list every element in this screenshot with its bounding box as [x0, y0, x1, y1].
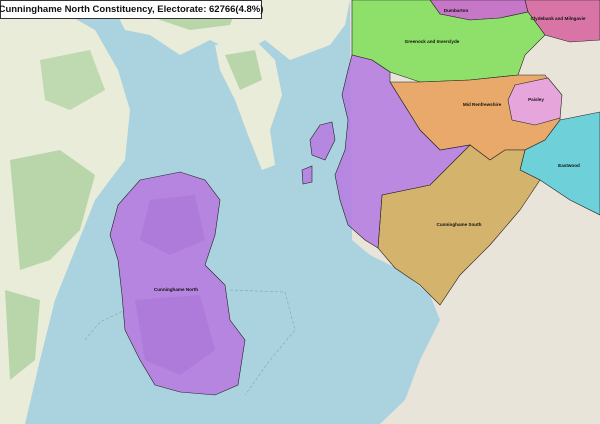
label-inverclyde: Greenock and Inverclyde [405, 39, 460, 44]
label-mid-renfrewshire: Mid Renfrewshire [463, 102, 502, 107]
label-paisley: Paisley [528, 97, 544, 102]
map-title: Cunninghame North Constituency, Electora… [0, 0, 263, 19]
label-cunninghame-south: Cunninghame South [437, 222, 482, 227]
label-eastwood: Eastwood [558, 163, 580, 168]
label-dumbarton: Dumbarton [444, 8, 469, 13]
label-clydebank-milngavie: Clydebank and Milngavie [531, 16, 586, 21]
constituency-map[interactable]: Cunninghame North Dumbarton Clydebank an… [0, 0, 600, 424]
label-cunninghame-north: Cunninghame North [154, 287, 198, 292]
